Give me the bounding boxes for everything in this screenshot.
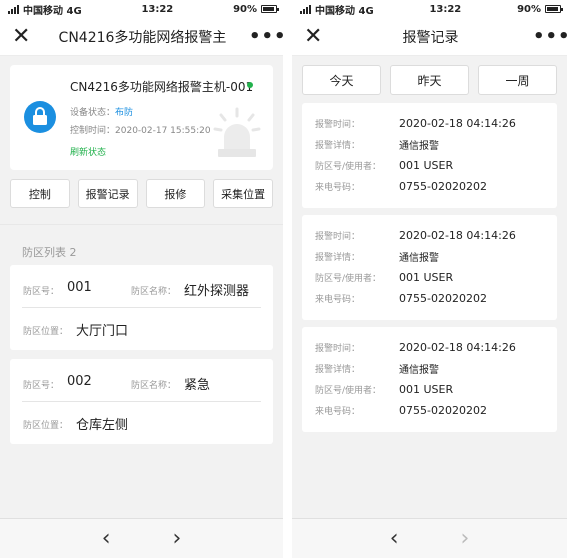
zone-location-label: 防区位置：: [23, 421, 69, 431]
caller-number-label: 来电号码：: [315, 182, 361, 193]
caller-number: 0755-02020202: [399, 291, 487, 305]
zone-number-label: 防区号：: [23, 287, 60, 297]
alarm-time: 2020-02-18 04:14:26: [399, 228, 516, 242]
alarm-time: 2020-02-18 04:14:26: [399, 116, 516, 130]
zone-number: 001: [67, 280, 92, 295]
control-time-label: 控制时间：: [70, 126, 116, 136]
browser-nav-bar: ‹ ›: [292, 518, 567, 558]
close-icon[interactable]: ✕: [12, 25, 36, 48]
device-status-label: 设备状态：: [70, 108, 116, 118]
alarm-time: 2020-02-18 04:14:26: [399, 340, 516, 354]
chevron-left-icon[interactable]: ‹: [102, 527, 111, 550]
alarm-records-button[interactable]: 报警记录: [77, 179, 138, 208]
zone-number-label: 防区号：: [23, 381, 60, 391]
collect-location-button[interactable]: 采集位置: [213, 179, 273, 208]
zone-name: 紧急: [184, 378, 211, 393]
online-dot-icon: [247, 82, 253, 88]
control-button[interactable]: 控制: [10, 179, 70, 208]
alarm-time-label: 报警时间：: [315, 231, 361, 242]
status-bar: 中国移动 4G 13:22 90%: [292, 0, 567, 18]
zone-name: 红外探测器: [184, 284, 250, 299]
alarm-detail: 通信报警: [399, 140, 439, 152]
device-status-value: 布防: [115, 108, 134, 118]
more-icon[interactable]: •••: [533, 27, 567, 46]
zone-card[interactable]: 防区号： 002 防区名称： 紧急 防区位置： 仓库左侧: [10, 359, 273, 444]
caller-number: 0755-02020202: [399, 403, 487, 417]
alarm-time-label: 报警时间：: [315, 343, 361, 354]
repair-button[interactable]: 报修: [145, 179, 206, 208]
caller-number: 0755-02020202: [399, 179, 487, 193]
clock: 13:22: [141, 3, 174, 15]
tab-week[interactable]: 一周: [478, 65, 557, 95]
zone-number: 002: [67, 374, 92, 389]
alarm-detail-label: 报警详情：: [315, 140, 361, 151]
close-icon[interactable]: ✕: [304, 25, 328, 48]
page-title: CN4216多功能网络报警主: [58, 29, 227, 46]
caller-number-label: 来电号码：: [315, 294, 361, 305]
divider: [22, 307, 261, 308]
more-icon[interactable]: •••: [249, 27, 283, 46]
zone-name-label: 防区名称：: [131, 287, 177, 297]
alarm-record-card[interactable]: 报警时间： 2020-02-18 04:14:26 报警详情： 通信报警 防区号/使…: [302, 103, 557, 208]
alarm-detail-label: 报警详情：: [315, 252, 361, 263]
zone-user-label: 防区号/使用者：: [315, 161, 382, 172]
nav-bar: ✕ 报警记录 •••: [292, 18, 567, 56]
page-title: 报警记录: [402, 29, 459, 46]
caller-number-label: 来电号码：: [315, 406, 361, 417]
zone-user: 001 USER: [399, 158, 454, 172]
status-bar: 中国移动 4G 13:22 90%: [0, 0, 283, 18]
alarm-time-label: 报警时间：: [315, 119, 361, 130]
battery-percent: 90%: [517, 3, 541, 15]
lock-icon: [24, 101, 56, 133]
chevron-right-icon: ›: [460, 525, 470, 551]
battery-icon: [261, 5, 279, 13]
zone-user: 001 USER: [399, 270, 454, 284]
tab-yesterday[interactable]: 昨天: [390, 65, 469, 95]
zone-user: 001 USER: [399, 382, 454, 396]
alarm-records-screen: 中国移动 4G 13:22 90% ✕ 报警记录 ••• 今天 昨天 一周 报警…: [292, 0, 567, 558]
refresh-status-link[interactable]: 刷新状态: [70, 145, 106, 158]
device-name: CN4216多功能网络报警主机-001: [70, 80, 254, 94]
alarm-detail: 通信报警: [399, 252, 439, 264]
browser-nav-bar: ‹ ›: [0, 518, 283, 558]
alarm-record-card[interactable]: 报警时间： 2020-02-18 04:14:26 报警详情： 通信报警 防区号/使…: [302, 215, 557, 320]
divider: [22, 401, 261, 402]
date-filter-tabs: 今天 昨天 一周: [292, 65, 567, 95]
device-card: CN4216多功能网络报警主机-001 设备状态：布防 控制时间：2020-02…: [10, 65, 273, 170]
alarm-record-card[interactable]: 报警时间： 2020-02-18 04:14:26 报警详情： 通信报警 防区号/使…: [302, 327, 557, 432]
alarm-detail-label: 报警详情：: [315, 364, 361, 375]
zone-user-label: 防区号/使用者：: [315, 385, 382, 396]
chevron-right-icon[interactable]: ›: [173, 527, 182, 550]
zone-location-label: 防区位置：: [23, 327, 69, 337]
tab-today[interactable]: 今天: [302, 65, 381, 95]
control-time-row: 控制时间：2020-02-17 15:55:20: [70, 123, 211, 136]
clock: 13:22: [429, 3, 462, 15]
signal-icon: [8, 4, 19, 14]
carrier-label: 中国移动 4G: [315, 5, 374, 17]
battery-percent: 90%: [233, 3, 257, 15]
zone-location: 大厅门口: [76, 324, 129, 339]
zone-user-label: 防区号/使用者：: [315, 273, 382, 284]
carrier-label: 中国移动 4G: [23, 5, 82, 17]
chevron-left-icon[interactable]: ‹: [390, 527, 399, 550]
nav-bar: ✕ CN4216多功能网络报警主 •••: [0, 18, 283, 56]
signal-icon: [300, 4, 311, 14]
device-status-row: 设备状态：布防: [70, 105, 133, 118]
zone-list-title: 防区列表 2: [0, 224, 283, 265]
control-time-value: 2020-02-17 15:55:20: [115, 126, 211, 136]
alarm-light-icon: [213, 107, 261, 157]
zone-location: 仓库左侧: [76, 418, 129, 433]
alarm-detail: 通信报警: [399, 364, 439, 376]
zone-card[interactable]: 防区号： 001 防区名称： 红外探测器 防区位置： 大厅门口: [10, 265, 273, 350]
zone-name-label: 防区名称：: [131, 381, 177, 391]
device-detail-screen: 中国移动 4G 13:22 90% ✕ CN4216多功能网络报警主 ••• C…: [0, 0, 283, 558]
battery-icon: [545, 5, 563, 13]
action-buttons: 控制 报警记录 报修 采集位置: [0, 179, 283, 208]
